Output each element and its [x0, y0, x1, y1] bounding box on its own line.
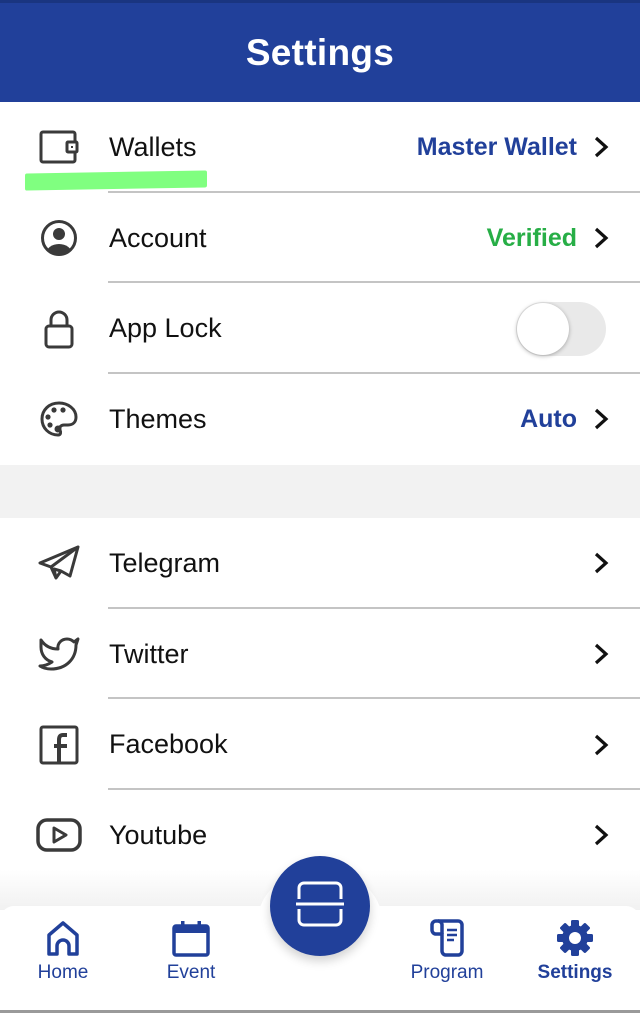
calendar-icon — [171, 918, 211, 958]
row-label: Twitter — [109, 638, 189, 669]
row-value: Master Wallet — [416, 132, 577, 161]
row-label: App Lock — [109, 313, 222, 344]
social-group: Telegram Twitter Facebook Youtube — [0, 518, 640, 908]
chevron-right-icon — [592, 552, 610, 574]
palette-icon — [36, 396, 82, 442]
chevron-right-icon — [592, 734, 610, 756]
row-label: Telegram — [109, 547, 221, 578]
row-label: Themes — [109, 403, 207, 434]
section-gap — [0, 465, 640, 518]
highlight-mark — [25, 170, 207, 191]
social-row-twitter[interactable]: Twitter — [0, 609, 640, 700]
twitter-icon — [36, 631, 82, 677]
settings-row-account[interactable]: Account Verified — [0, 193, 640, 284]
settings-row-app-lock: App Lock — [0, 283, 640, 375]
row-value: Auto — [520, 404, 577, 433]
tab-label: Settings — [537, 962, 613, 983]
tab-event[interactable]: Event — [136, 906, 246, 1006]
page-title: Settings — [245, 31, 395, 73]
tab-label: Program — [410, 962, 484, 983]
youtube-icon — [36, 812, 82, 858]
tab-program[interactable]: Program — [392, 906, 502, 1006]
chevron-right-icon — [592, 824, 610, 846]
tab-home[interactable]: Home — [8, 906, 118, 1006]
tab-settings[interactable]: Settings — [520, 906, 630, 1006]
account-circle-icon — [36, 215, 82, 261]
row-label: Youtube — [109, 819, 208, 850]
toggle-knob — [517, 302, 569, 355]
app-header: Settings — [0, 0, 640, 102]
chevron-right-icon — [592, 136, 610, 158]
scroll-icon — [427, 918, 467, 958]
home-icon — [43, 918, 83, 958]
tab-label: Event — [166, 962, 216, 983]
row-label: Facebook — [109, 729, 228, 760]
social-row-facebook[interactable]: Facebook — [0, 699, 640, 791]
social-row-telegram[interactable]: Telegram — [0, 518, 640, 609]
tab-label: Home — [37, 962, 89, 983]
chevron-right-icon — [592, 408, 610, 430]
scan-icon — [296, 880, 344, 933]
verified-badge: Verified — [486, 223, 577, 252]
lock-icon — [36, 306, 82, 352]
row-label: Wallets — [109, 131, 197, 162]
gear-icon — [555, 918, 595, 958]
chevron-right-icon — [592, 643, 610, 665]
facebook-icon — [36, 722, 82, 768]
row-label: Account — [109, 222, 207, 253]
scan-button[interactable] — [270, 856, 370, 956]
telegram-icon — [36, 540, 82, 586]
settings-row-themes[interactable]: Themes Auto — [0, 374, 640, 465]
app-lock-toggle[interactable] — [516, 301, 606, 356]
chevron-right-icon — [592, 227, 610, 249]
wallet-icon — [36, 124, 82, 170]
settings-group: Wallets Master Wallet Account Verified A… — [0, 102, 640, 465]
